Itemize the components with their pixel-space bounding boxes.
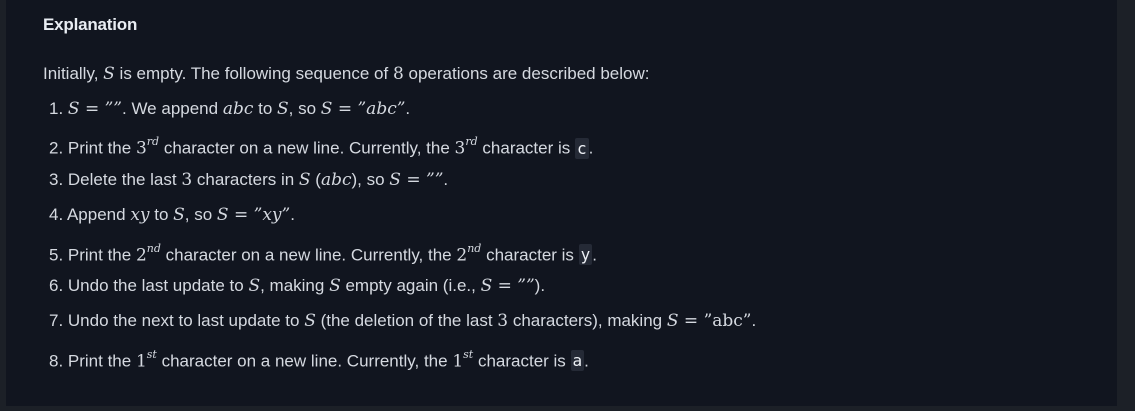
code-char: a	[570, 350, 585, 372]
step-text: Append	[66, 205, 131, 225]
step-text: empty again (i.e.,	[340, 275, 481, 295]
section-heading: Explanation	[43, 15, 138, 34]
math-superscript: nd	[146, 241, 161, 255]
step-number: 4.	[49, 205, 67, 225]
math-expr: = ””	[400, 169, 444, 190]
math-superscript: st	[463, 347, 474, 361]
math-number: 2	[135, 245, 147, 266]
math-expr: = ”xy”	[228, 205, 291, 226]
math-var: S	[389, 169, 401, 190]
math-var: S	[320, 99, 333, 119]
list-item: 8. Print the 1st character on a new line…	[49, 345, 756, 380]
math-var: S	[329, 275, 341, 296]
math-superscript: st	[146, 347, 157, 361]
math-var: abc	[320, 169, 352, 190]
math-var: abc	[222, 99, 254, 119]
step-text: Undo the last update to	[67, 275, 249, 295]
math-number: 3	[497, 311, 509, 332]
step-text: (the deletion of the last	[315, 311, 498, 331]
step-text: Undo the next to last update to	[67, 311, 305, 331]
math-number: 3	[454, 139, 466, 160]
list-item: 6. Undo the last update to S, making S e…	[49, 274, 756, 309]
step-text: to	[253, 99, 277, 118]
step-text: .	[443, 169, 449, 189]
math-var: S	[304, 311, 316, 332]
math-expr: = ”abc”	[678, 311, 752, 332]
step-text: Print the	[67, 245, 136, 265]
math-number: 3	[135, 139, 147, 160]
math-var: S	[298, 169, 311, 190]
math-var: S	[173, 205, 185, 226]
step-text: Print the	[67, 139, 136, 159]
step-number: 3.	[49, 169, 68, 189]
step-number: 5.	[49, 245, 68, 265]
step-text: to	[149, 205, 174, 225]
step-text: characters), making	[508, 311, 667, 331]
step-text: .	[405, 99, 411, 118]
math-var: S	[248, 275, 261, 296]
math-superscript: rd	[465, 135, 478, 149]
step-number: 2.	[49, 139, 68, 159]
step-text: character on a new line. Currently, the	[156, 351, 453, 371]
math-var: S	[277, 99, 289, 119]
math-var: S	[216, 205, 229, 226]
list-item: 2. Print the 3rd character on a new line…	[49, 132, 756, 167]
code-char: c	[575, 138, 589, 160]
list-item: 5. Print the 2nd character on a new line…	[49, 239, 756, 274]
step-number: 6.	[49, 275, 68, 295]
math-number: 1	[452, 351, 464, 372]
step-text: .	[588, 139, 594, 159]
step-text: , making	[260, 275, 330, 295]
math-var: xy	[130, 205, 150, 226]
step-number: 7.	[49, 311, 68, 331]
math-superscript: nd	[467, 241, 482, 255]
list-item: 4. Append xy to S, so S = ”xy”.	[49, 203, 756, 238]
list-item: 1. S = ””. We append abc to S, so S = ”a…	[49, 97, 756, 132]
step-text: character is	[477, 139, 575, 159]
math-number: 1	[135, 351, 147, 372]
math-expr: = ”abc”	[332, 99, 406, 119]
step-text: character is	[481, 245, 579, 265]
step-text: character on a new line. Currently, the	[160, 245, 457, 265]
step-text: .	[592, 245, 598, 265]
step-text: (	[310, 169, 321, 189]
step-number: 8.	[49, 351, 68, 371]
step-text: character on a new line. Currently, the	[159, 139, 455, 159]
math-number: 8	[392, 64, 404, 84]
math-number: 3	[181, 169, 193, 190]
step-text: . We append	[122, 99, 223, 118]
step-text: .	[290, 205, 295, 225]
step-text: character is	[473, 351, 571, 371]
explanation-panel: Explanation Initially, S is empty. The f…	[6, 0, 1117, 406]
step-text: characters in	[192, 169, 299, 189]
steps-list: 1. S = ””. We append abc to S, so S = ”a…	[49, 97, 756, 380]
list-item: 7. Undo the next to last update to S (th…	[49, 309, 756, 344]
step-number: 1.	[49, 99, 68, 118]
math-number: 2	[456, 245, 468, 266]
math-superscript: rd	[146, 135, 160, 149]
math-var: S	[480, 275, 493, 296]
step-text: Print the	[67, 351, 136, 371]
step-text: ), so	[351, 169, 390, 189]
code-char: y	[578, 244, 593, 266]
step-text: ).	[534, 275, 546, 295]
intro-text: Initially,	[43, 64, 104, 83]
math-expr: = ””	[492, 275, 535, 296]
step-text: .	[584, 351, 589, 371]
step-text: Delete the last	[67, 169, 182, 189]
math-var: S	[103, 64, 115, 84]
math-var: S	[67, 99, 80, 119]
math-expr: = ””	[79, 99, 122, 119]
list-item: 3. Delete the last 3 characters in S (ab…	[49, 168, 756, 203]
step-text: .	[751, 311, 757, 331]
step-text: , so	[288, 99, 321, 118]
math-var: S	[666, 311, 679, 332]
intro-text: is empty. The following sequence of	[114, 64, 393, 83]
intro-paragraph: Initially, S is empty. The following seq…	[43, 64, 649, 84]
intro-text: operations are described below:	[403, 64, 650, 83]
step-text: , so	[184, 205, 217, 225]
